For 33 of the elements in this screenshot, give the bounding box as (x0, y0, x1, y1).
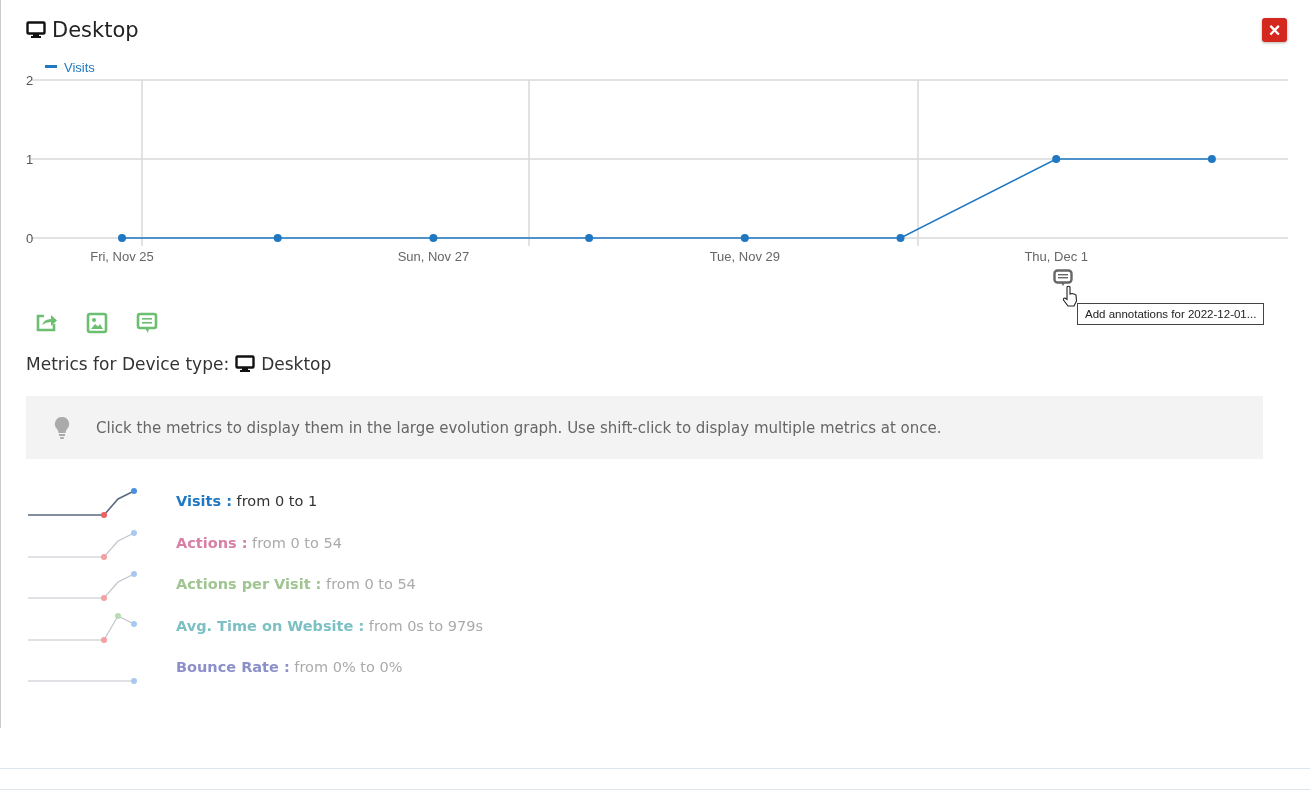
lightbulb-icon (54, 415, 70, 440)
data-point[interactable] (118, 234, 126, 242)
monitor-icon (235, 355, 256, 373)
y-axis-label: 1 (26, 152, 34, 167)
data-point[interactable] (429, 234, 438, 242)
metric-link[interactable]: Actions : from 0 to 54 (176, 534, 342, 551)
hint-text: Click the metrics to display them in the large evolution graph. Use shift-click to display multiple metrics at once. (96, 418, 942, 437)
y-axis-label: 2 (26, 73, 34, 88)
y-axis-label: 0 (26, 231, 34, 246)
x-axis-label: Sun, Nov 27 (397, 249, 470, 264)
data-point[interactable] (1207, 155, 1216, 163)
window-title: Desktop (26, 18, 139, 42)
monitor-icon (26, 21, 46, 39)
chart-legend[interactable]: Visits (45, 60, 95, 75)
close-button[interactable]: × (1262, 18, 1287, 42)
legend-label: Visits (64, 60, 96, 75)
metric-link[interactable]: Bounce Rate : from 0% to 0% (176, 659, 403, 675)
metric-link[interactable]: Actions per Visit : from 0 to 54 (176, 576, 416, 592)
metric-link[interactable]: Visits : from 0 to 1 (176, 493, 318, 509)
section-title: Metrics for Device type: (26, 354, 230, 374)
metric-link[interactable]: Avg. Time on Website : from 0s to 979s (176, 617, 483, 634)
x-axis-label: Thu, Dec 1 (1024, 249, 1088, 264)
hand-cursor-icon (1062, 285, 1078, 307)
data-point[interactable] (585, 234, 594, 242)
x-axis-label: Fri, Nov 25 (90, 249, 154, 264)
x-axis-label: Tue, Nov 29 (709, 249, 780, 264)
data-point[interactable] (896, 234, 905, 242)
data-point[interactable] (740, 234, 749, 242)
data-point[interactable] (273, 234, 282, 242)
annotation-icon[interactable] (1053, 269, 1073, 287)
tooltip: Add annotations for 2022-12-01... (1077, 303, 1265, 325)
data-point[interactable] (1052, 155, 1061, 163)
device-name: Desktop (261, 354, 332, 374)
